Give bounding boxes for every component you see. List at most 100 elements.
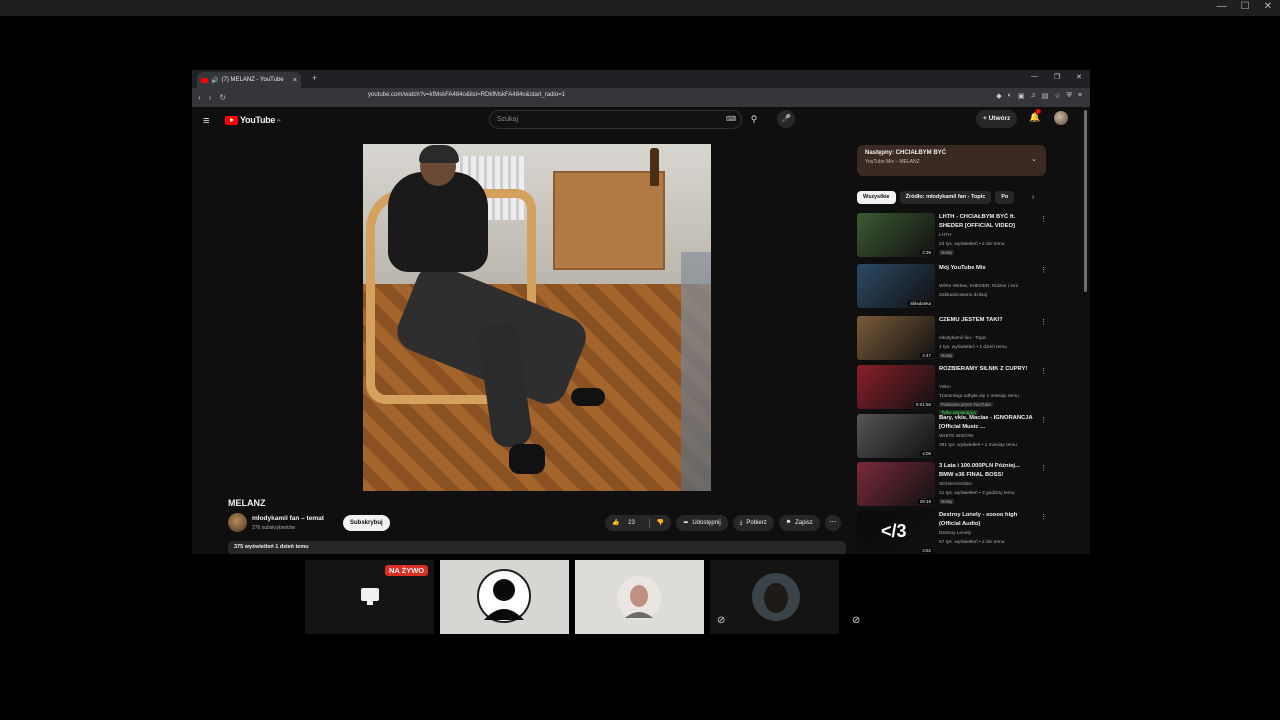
up-next-subtitle: YouTube Mix – MELANZ — [865, 159, 920, 165]
video-thumbnail[interactable]: 2:47 — [857, 316, 935, 360]
recommendation-title[interactable]: LHTH - CHCIAŁBYM BYĆ ft. SHEDER [OFFICIA… — [939, 213, 1035, 231]
search-icon[interactable]: ⚲ — [746, 110, 762, 129]
recommendation-channel[interactable]: StrzeleckiVideo — [939, 481, 1039, 489]
recommendation-meta: 21 tys. wyświetleń • 3 godziny temu — [939, 491, 1015, 496]
channel-name[interactable]: młodykamil fan – temat — [252, 515, 324, 522]
recommendation-item[interactable]: Składanka Mój YouTube Mix White Widow, SHE… — [857, 264, 1047, 311]
window-restore-button[interactable]: ❐ — [1054, 73, 1060, 81]
recommendation-item[interactable]: 2:39 LHTH - CHCIAŁBYM BYĆ ft. SHEDER [OFF… — [857, 213, 1047, 260]
recommendation-meta: 57 tys. wyświetleń • 2 dni temu — [939, 540, 1005, 545]
dislike-button[interactable]: 👎 — [650, 515, 671, 531]
save-button[interactable]: ⚑ Zapisz — [778, 515, 820, 531]
chip-all[interactable]: Wszystkie — [857, 191, 896, 204]
recommendation-item[interactable]: 5:01:55 ROZBIERAMY SILNIK Z CUPRY! Yokm Tra… — [857, 365, 1047, 415]
video-thumbnail[interactable]: </3 3:52 — [857, 511, 935, 554]
back-icon[interactable]: ‹ — [198, 93, 201, 102]
microphone-icon[interactable]: 🎤 — [777, 110, 795, 128]
music-icon[interactable]: ♫ — [1031, 92, 1036, 100]
chip-source[interactable]: Źródło: młodykamil fan - Topic — [899, 191, 992, 204]
recommendation-channel[interactable]: LHTH — [939, 232, 1039, 240]
maximize-button[interactable]: ☐ — [1241, 1, 1250, 12]
keyboard-icon[interactable]: ⌨ — [726, 115, 736, 123]
like-button[interactable]: 👍 23 — [605, 515, 649, 531]
reload-icon[interactable]: ↻ — [219, 93, 226, 102]
sidebar-icon[interactable]: ▤ — [1042, 92, 1049, 100]
address-bar: ‹ › ↻ youtube.com/watch?v=kfMskFA484o&li… — [192, 88, 1090, 107]
video-duration: 4:06 — [920, 451, 933, 456]
recommendation-channel[interactable]: Destroy Lonely — [939, 530, 1039, 538]
notification-count-badge: 7 — [1035, 109, 1042, 114]
tab-title: (7) MELANZ - YouTube — [221, 77, 284, 83]
puzzle-icon[interactable]: ▣ — [1018, 92, 1025, 100]
more-options-icon[interactable]: ⋮ — [1040, 513, 1047, 521]
extension-icon[interactable]: ◆ — [996, 92, 1001, 100]
more-options-icon[interactable]: ⋮ — [1040, 215, 1047, 223]
recommendation-channel[interactable]: młodykamil fan - Topic — [939, 335, 1039, 343]
thumbnail-text: </3 — [881, 521, 907, 541]
more-actions-icon[interactable]: ⋯ — [824, 515, 841, 531]
more-options-icon[interactable]: ⋮ — [1040, 318, 1047, 326]
recommendation-item[interactable]: 2:47 CZEMU JESTEM TAKI? młodykamil fan - T… — [857, 316, 1047, 363]
youtube-favicon-icon — [201, 77, 208, 83]
screen-share-icon — [361, 588, 379, 605]
recommendation-channel[interactable]: Yokm — [939, 384, 1039, 392]
recommendation-title[interactable]: 3 Lata i 100.000PLN Później... BMW e36 F… — [939, 462, 1035, 480]
more-options-icon[interactable]: ⋮ — [1040, 416, 1047, 424]
translate-icon[interactable]: ◐ — [1008, 92, 1012, 100]
menu-icon[interactable]: ≡ — [1078, 92, 1082, 100]
recommendation-title[interactable]: Mój YouTube Mix — [939, 264, 1035, 273]
create-button[interactable]: + Utwórz — [976, 110, 1018, 128]
minimize-button[interactable]: — — [1217, 1, 1227, 12]
scrollbar[interactable] — [1084, 110, 1087, 292]
close-button[interactable]: ✕ — [1264, 1, 1272, 12]
recommendation-title[interactable]: ROZBIERAMY SILNIK Z CUPRY! — [939, 365, 1035, 374]
participant-tile[interactable] — [710, 560, 839, 634]
new-tab-button[interactable]: + — [312, 73, 317, 83]
hamburger-menu-icon[interactable]: ≡ — [203, 115, 209, 127]
recommendation-channel[interactable]: White Widow, SHEDER, Kidzior i inni — [939, 283, 1039, 291]
window-minimize-button[interactable]: — — [1031, 73, 1038, 81]
video-thumbnail[interactable]: 5:01:55 — [857, 365, 935, 409]
window-close-button[interactable]: ✕ — [1076, 73, 1082, 81]
download-button[interactable]: ⤓ Pobierz — [732, 515, 774, 531]
share-button[interactable]: ➦ Udostępnij — [676, 515, 728, 531]
recommendation-title[interactable]: Bary, vkie, Macias - IGNORANCJA [Officia… — [939, 414, 1035, 432]
tab-close-icon[interactable]: × — [293, 77, 297, 84]
up-next-panel[interactable]: Następny: CHCIAŁBYM BYĆ YouTube Mix – ME… — [857, 145, 1046, 176]
description-box[interactable]: 375 wyświetleń 1 dzień temu — [228, 541, 846, 554]
video-thumbnail[interactable]: Składanka — [857, 264, 935, 308]
recommendation-item[interactable]: 4:06 Bary, vkie, Macias - IGNORANCJA [Off… — [857, 414, 1047, 461]
video-duration: 5:01:55 — [913, 402, 933, 407]
recommendation-channel[interactable]: WHITE WIDOW — [939, 433, 1039, 441]
browser-tab[interactable]: 🔊 (7) MELANZ - YouTube × — [197, 72, 301, 88]
youtube-logo[interactable]: YouTube PL — [225, 115, 282, 125]
star-icon[interactable]: ☆ — [1054, 92, 1060, 100]
channel-avatar[interactable] — [228, 513, 247, 532]
more-options-icon[interactable]: ⋮ — [1040, 464, 1047, 472]
recommendation-item[interactable]: 29:18 3 Lata i 100.000PLN Później... BMW … — [857, 462, 1047, 509]
url-field[interactable]: youtube.com/watch?v=kfMskFA484o&list=RDk… — [368, 92, 565, 98]
forward-icon[interactable]: › — [209, 93, 212, 102]
video-thumbnail[interactable]: 29:18 — [857, 462, 935, 506]
chip-related[interactable]: Po — [995, 191, 1015, 204]
participant-tile[interactable] — [440, 560, 569, 634]
chevron-right-icon[interactable]: › — [1032, 194, 1034, 201]
video-thumbnail[interactable]: 2:39 — [857, 213, 935, 257]
live-badge: NA ŻYWO — [385, 565, 429, 576]
subscribe-button[interactable]: Subskrybuj — [343, 515, 390, 531]
participant-avatar — [477, 569, 531, 623]
recommendation-title[interactable]: Destroy Lonely - soooo high (Official Au… — [939, 511, 1035, 529]
more-options-icon[interactable]: ⋮ — [1040, 266, 1047, 274]
video-thumbnail[interactable]: 4:06 — [857, 414, 935, 458]
avatar[interactable] — [1054, 111, 1068, 125]
participant-tile[interactable] — [575, 560, 704, 634]
search-input[interactable]: Szukaj — [489, 110, 742, 129]
recommendation-title[interactable]: CZEMU JESTEM TAKI? — [939, 316, 1035, 325]
shield-icon[interactable]: ⛨ — [1067, 92, 1072, 100]
more-options-icon[interactable]: ⋮ — [1040, 367, 1047, 375]
recommendation-meta: 1 tys. wyświetleń • 1 dzień temu — [939, 345, 1007, 350]
chevron-down-icon[interactable]: ⌄ — [1031, 155, 1037, 163]
recommendation-item[interactable]: </3 3:52 Destroy Lonely - soooo high (Offi… — [857, 511, 1047, 554]
video-player[interactable] — [363, 144, 711, 491]
recommendation-meta: Zaktualizowano dzisiaj — [939, 293, 987, 298]
